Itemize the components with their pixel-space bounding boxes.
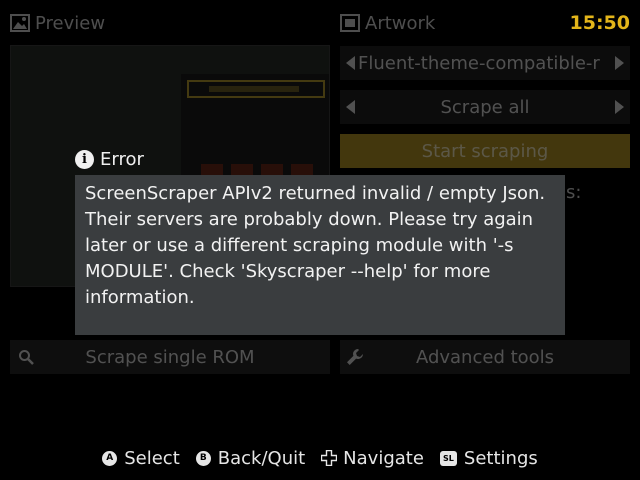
b-button-icon: B	[195, 450, 211, 466]
scrape-mode-value: Scrape all	[440, 96, 530, 118]
arrow-right-icon[interactable]	[615, 100, 624, 114]
preview-header: Preview	[10, 10, 105, 36]
error-title-text: Error	[100, 148, 144, 170]
a-button-icon: A	[102, 450, 118, 466]
picture-frame-icon	[340, 14, 360, 32]
select-button-icon: SL	[439, 450, 457, 466]
hint-back: B Back/Quit	[195, 447, 306, 469]
wrench-icon	[347, 349, 363, 365]
artwork-header: Artwork	[340, 10, 435, 36]
scrape-mode-selector[interactable]: Scrape all	[340, 90, 630, 124]
hint-select: A Select	[102, 448, 180, 469]
advanced-tools-button[interactable]: Advanced tools	[340, 340, 630, 374]
image-icon	[10, 14, 30, 32]
dpad-icon	[321, 450, 338, 466]
hint-select-label: Select	[124, 447, 180, 469]
arrow-left-icon[interactable]	[346, 56, 355, 70]
theme-value: Fluent-theme-compatible-r	[358, 52, 600, 74]
hint-navigate-label: Navigate	[343, 447, 424, 469]
error-dialog-title: i Error	[75, 148, 144, 170]
search-icon	[19, 350, 34, 365]
start-scraping-button[interactable]: Start scraping	[340, 134, 630, 168]
preview-label: Preview	[35, 12, 106, 34]
footer-hints: A Select B Back/Quit Navigate SL Setting…	[0, 444, 640, 472]
hint-settings: SL Settings	[439, 447, 538, 469]
scrape-single-rom-label: Scrape single ROM	[85, 346, 255, 368]
advanced-tools-label: Advanced tools	[415, 346, 555, 368]
start-scraping-label: Start scraping	[421, 140, 549, 162]
info-icon: i	[75, 149, 94, 169]
partial-label: s:	[566, 182, 582, 203]
scrape-single-rom-button[interactable]: Scrape single ROM	[10, 340, 330, 374]
arrow-left-icon[interactable]	[346, 100, 355, 114]
hint-settings-label: Settings	[463, 447, 538, 469]
hint-back-label: Back/Quit	[217, 447, 306, 469]
clock: 15:50	[569, 12, 630, 34]
error-dialog[interactable]: ScreenScraper APIv2 returned invalid / e…	[75, 175, 565, 335]
artwork-label: Artwork	[365, 12, 436, 34]
error-message: ScreenScraper APIv2 returned invalid / e…	[85, 183, 546, 308]
hint-navigate: Navigate	[321, 448, 424, 469]
arrow-right-icon[interactable]	[615, 56, 624, 70]
theme-selector[interactable]: Fluent-theme-compatible-r	[340, 46, 630, 80]
